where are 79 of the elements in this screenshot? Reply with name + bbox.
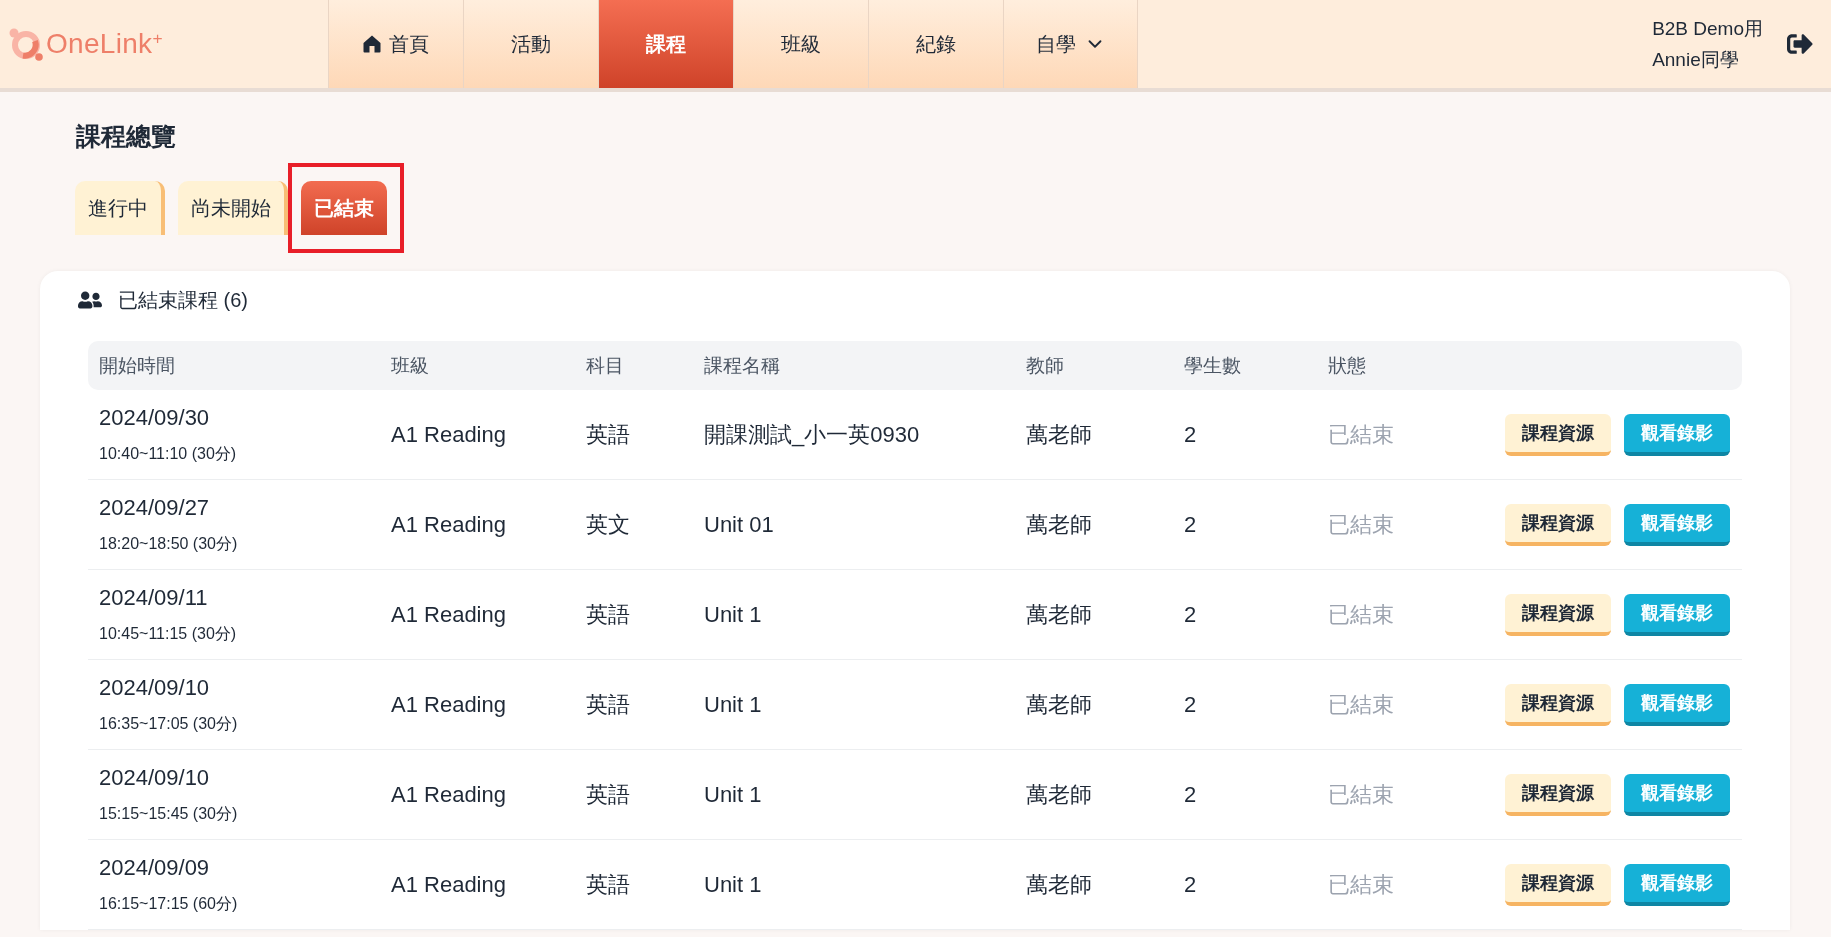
time-range-text: 10:45~11:15 (30分) [99, 624, 237, 644]
nav-tab[interactable]: 首頁 [328, 0, 463, 88]
course-title-text: Unit 01 [704, 511, 774, 538]
logout-button[interactable] [1787, 31, 1813, 57]
subject-text: 英語 [586, 600, 630, 629]
time-range-text: 10:40~11:10 (30分) [99, 444, 237, 464]
time-range-text: 18:20~18:50 (30分) [99, 534, 238, 554]
teacher-name-text: 萬老師 [1026, 780, 1092, 809]
column-header: 課程名稱 [704, 353, 781, 378]
page-title: 課程總覽 [76, 121, 176, 152]
logout-icon [1787, 31, 1813, 57]
user-name-label: Annie同學 [1652, 48, 1740, 72]
date-text: 2024/09/10 [99, 674, 210, 702]
status-tab[interactable]: 尚未開始 [178, 181, 288, 235]
date-text: 2024/09/27 [99, 494, 210, 522]
status-tab[interactable]: 進行中 [75, 181, 165, 235]
course-resources-button[interactable]: 課程資源 [1505, 773, 1611, 816]
date-text: 2024/09/11 [99, 584, 208, 612]
date-text: 2024/09/10 [99, 764, 210, 792]
course-resources-button[interactable]: 課程資源 [1505, 593, 1611, 636]
column-header: 教師 [1026, 353, 1065, 378]
subject-text: 英語 [586, 780, 630, 809]
student-count-text: 2 [1184, 781, 1197, 808]
column-header: 開始時間 [99, 353, 176, 378]
status-text: 已結束 [1328, 600, 1394, 629]
subject-text: 英語 [586, 420, 630, 449]
course-title-text: Unit 1 [704, 601, 762, 628]
status-text: 已結束 [1328, 690, 1394, 719]
student-count-text: 2 [1184, 691, 1197, 718]
course-resources-button[interactable]: 課程資源 [1505, 683, 1611, 726]
column-header: 班級 [391, 353, 430, 378]
time-range-text: 15:15~15:45 (30分) [99, 804, 238, 824]
student-count-text: 2 [1184, 511, 1197, 538]
teacher-name-text: 萬老師 [1026, 420, 1092, 449]
column-header: 科目 [586, 353, 625, 378]
subject-text: 英文 [586, 510, 630, 539]
subject-text: 英語 [586, 690, 630, 719]
nav-tab[interactable]: 活動 [463, 0, 598, 88]
class-name-text: A1 Reading [391, 871, 506, 898]
class-name-text: A1 Reading [391, 691, 506, 718]
class-name-text: A1 Reading [391, 511, 506, 538]
student-count-text: 2 [1184, 421, 1197, 448]
status-text: 已結束 [1328, 420, 1394, 449]
class-name-text: A1 Reading [391, 421, 506, 448]
teacher-name-text: 萬老師 [1026, 600, 1092, 629]
nav-tab[interactable]: 課程 [598, 0, 733, 88]
status-tab[interactable]: 已結束 [301, 181, 387, 235]
date-text: 2024/09/09 [99, 854, 210, 882]
course-title-text: 開課測試_小一英0930 [704, 420, 920, 449]
home-icon [363, 35, 381, 53]
course-title-text: Unit 1 [704, 691, 762, 718]
column-header: 學生數 [1184, 353, 1242, 378]
status-text: 已結束 [1328, 510, 1394, 539]
time-range-text: 16:35~17:05 (30分) [99, 714, 238, 734]
course-title-text: Unit 1 [704, 781, 762, 808]
user-org-label: B2B Demo用 [1652, 17, 1763, 41]
class-name-text: A1 Reading [391, 781, 506, 808]
teacher-name-text: 萬老師 [1026, 690, 1092, 719]
student-count-text: 2 [1184, 601, 1197, 628]
time-range-text: 16:15~17:15 (60分) [99, 894, 238, 914]
nav-tab[interactable]: 班級 [733, 0, 868, 88]
logo-icon [9, 27, 43, 61]
status-text: 已結束 [1328, 780, 1394, 809]
teacher-name-text: 萬老師 [1026, 870, 1092, 899]
date-text: 2024/09/30 [99, 404, 210, 432]
nav-tab[interactable]: 紀錄 [868, 0, 1003, 88]
status-text: 已結束 [1328, 870, 1394, 899]
course-resources-button[interactable]: 課程資源 [1505, 863, 1611, 906]
class-name-text: A1 Reading [391, 601, 506, 628]
column-header: 狀態 [1328, 353, 1367, 378]
subject-text: 英語 [586, 870, 630, 899]
course-resources-button[interactable]: 課程資源 [1505, 413, 1611, 456]
course-resources-button[interactable]: 課程資源 [1505, 503, 1611, 546]
course-title-text: Unit 1 [704, 871, 762, 898]
card-title: 已結束課程 (6) [118, 287, 248, 313]
teacher-name-text: 萬老師 [1026, 510, 1092, 539]
student-count-text: 2 [1184, 871, 1197, 898]
nav-tab[interactable]: 自學 [1003, 0, 1138, 88]
logo-text: OneLink$^{+}$ [46, 27, 163, 61]
